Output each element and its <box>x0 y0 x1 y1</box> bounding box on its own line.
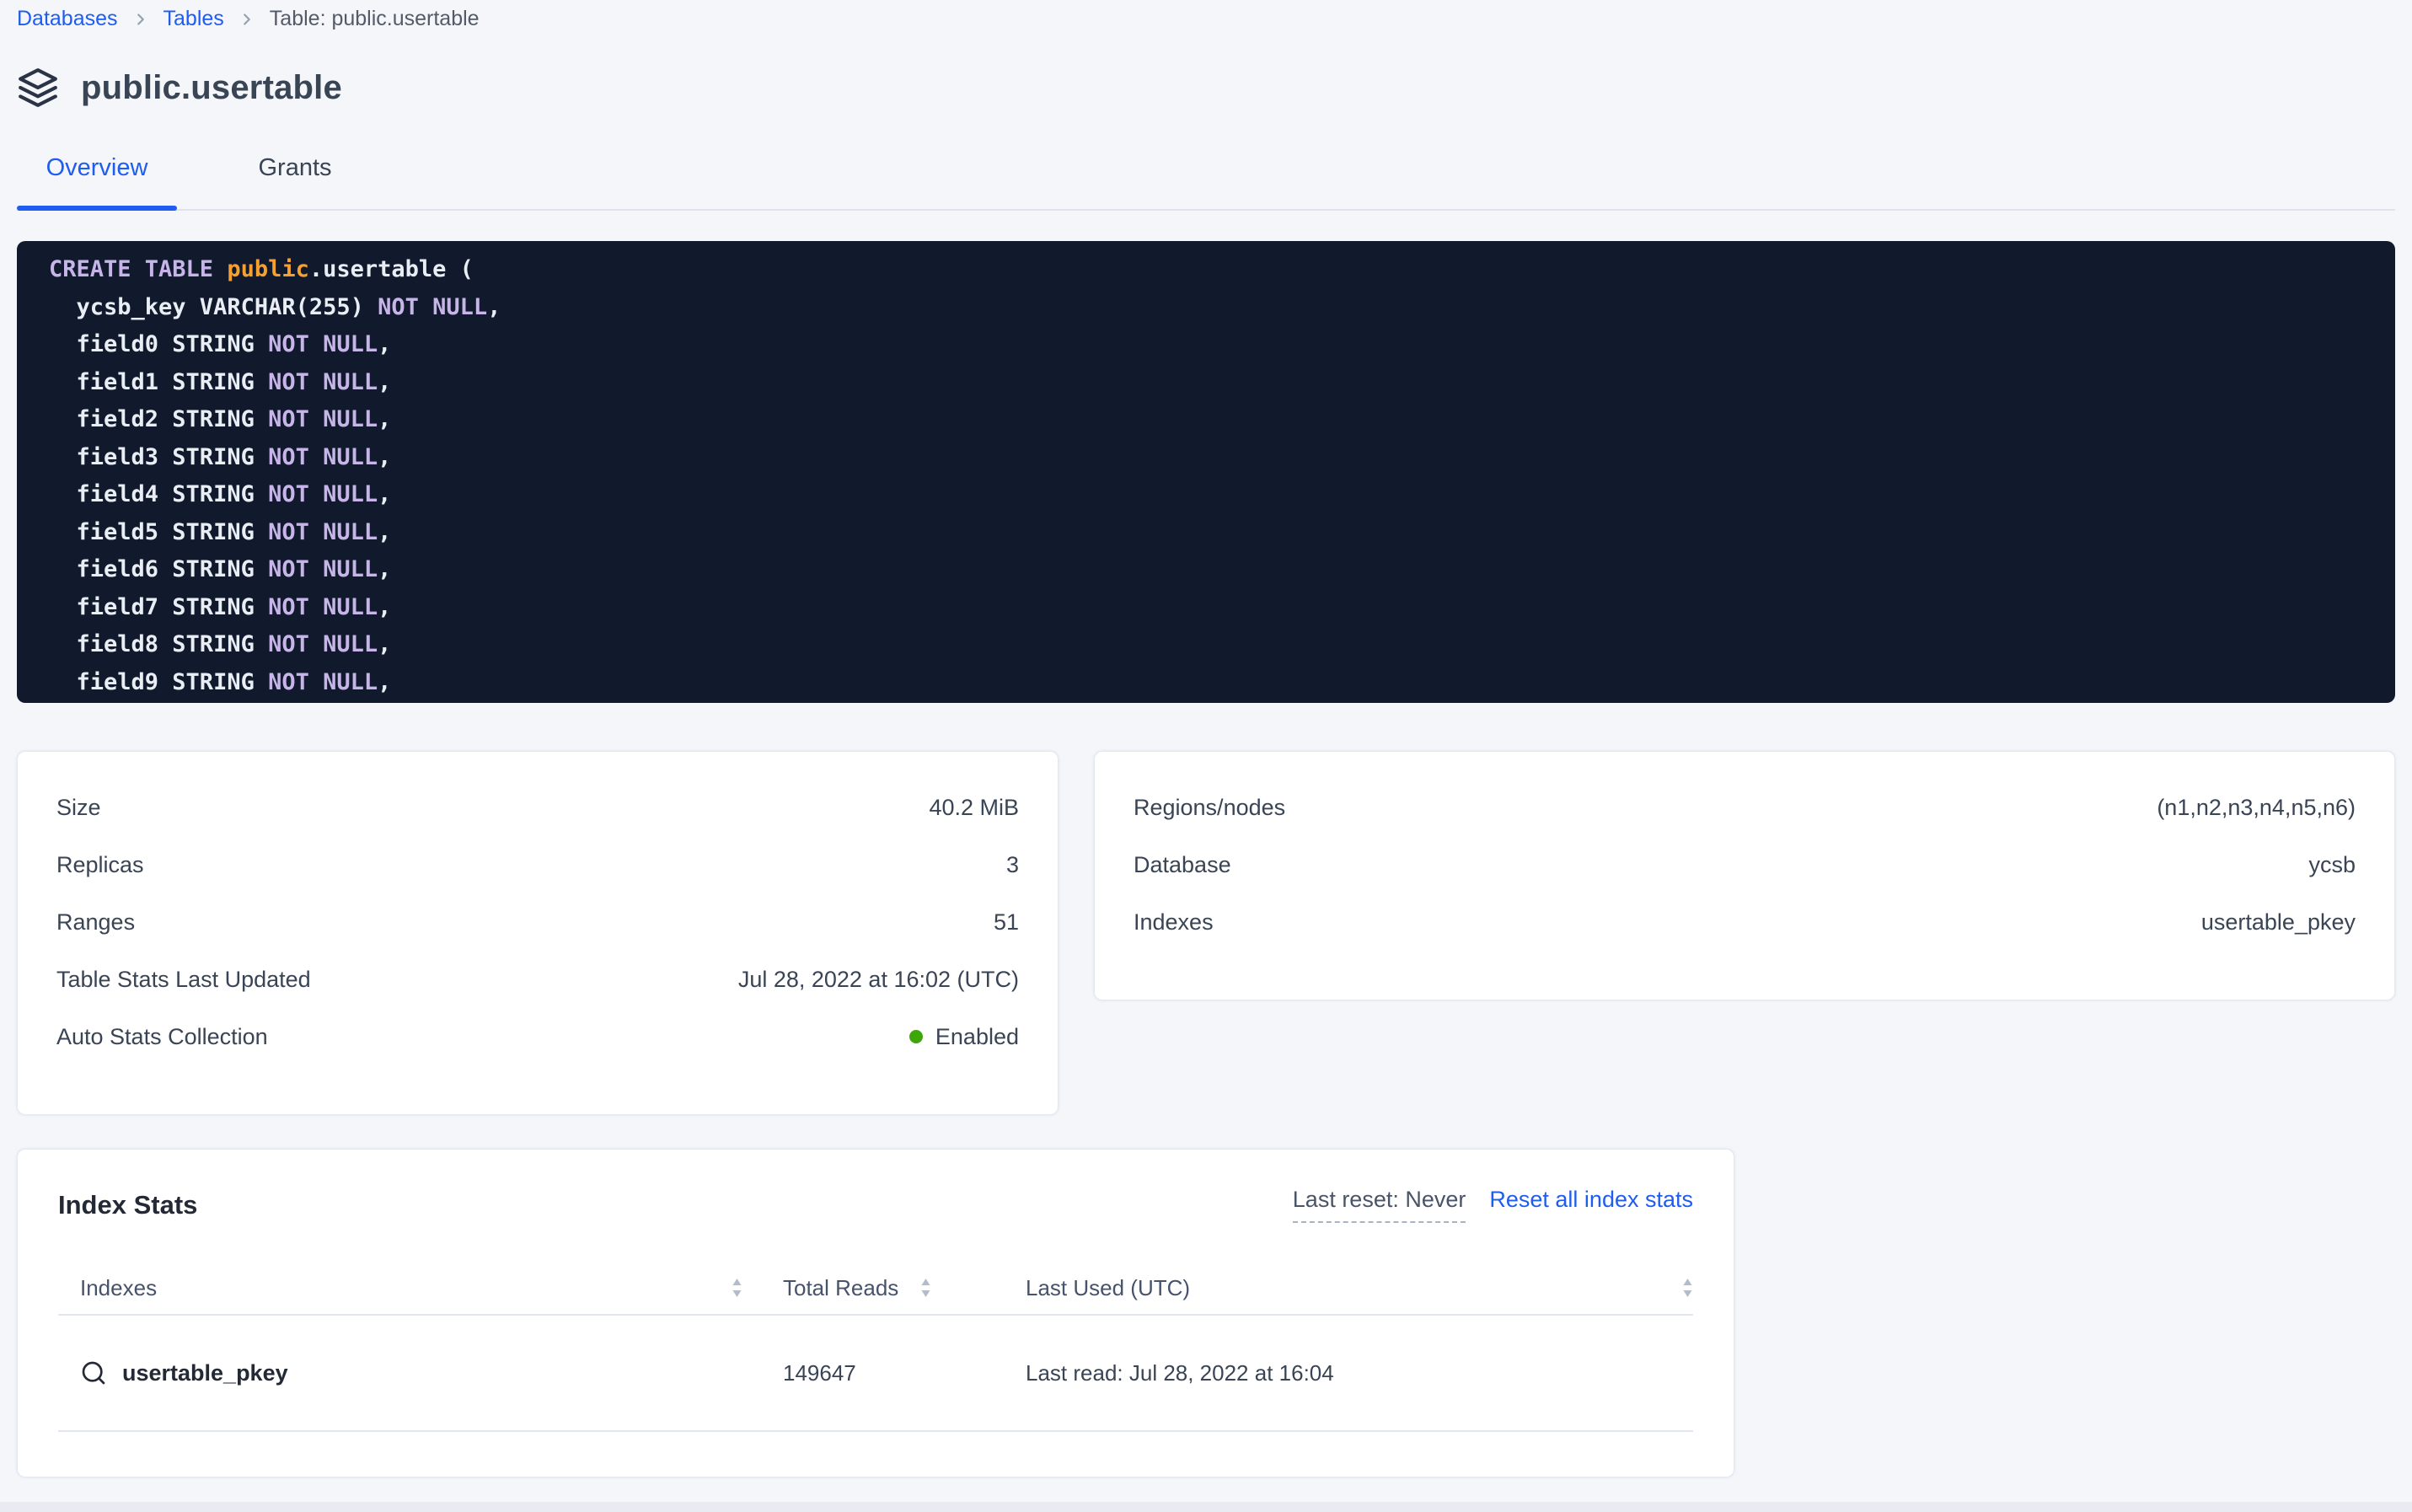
total-reads-cell: 149647 <box>742 1360 987 1386</box>
page-title-row: public.usertable <box>17 67 2395 109</box>
index-name-cell: usertable_pkey <box>58 1359 742 1386</box>
total-reads-value: 149647 <box>783 1360 856 1386</box>
summary-label: Indexes <box>1134 909 1214 936</box>
summary-row-regions-nodes: Regions/nodes (n1,n2,n3,n4,n5,n6) <box>1134 779 2356 836</box>
summary-label: Size <box>56 795 101 821</box>
summary-row-indexes: Indexes usertable_pkey <box>1134 893 2356 951</box>
tab-grants[interactable]: Grants <box>215 141 375 209</box>
summary-value: Jul 28, 2022 at 16:02 (UTC) <box>738 967 1019 993</box>
index-name-link[interactable]: usertable_pkey <box>80 1359 288 1386</box>
summary-value: Enabled <box>909 1024 1019 1050</box>
status-dot-green <box>909 1030 923 1043</box>
summary-label: Regions/nodes <box>1134 795 1285 821</box>
column-header-label: Total Reads <box>783 1275 898 1301</box>
summary-row-replicas: Replicas 3 <box>56 836 1019 893</box>
summary-row-ranges: Ranges 51 <box>56 893 1019 951</box>
index-table-row: usertable_pkey 149647 Last read: Jul 28,… <box>58 1316 1693 1432</box>
summary-value: usertable_pkey <box>2201 909 2356 936</box>
last-used-cell: Last read: Jul 28, 2022 at 16:04 <box>987 1360 1693 1386</box>
sort-icon[interactable] <box>920 1277 931 1299</box>
sql-line: field9 STRING NOT NULL, <box>49 664 2395 702</box>
status-text: Enabled <box>935 1024 1019 1050</box>
breadcrumb-current: Table: public.usertable <box>270 7 480 31</box>
breadcrumb-link-databases[interactable]: Databases <box>17 7 118 31</box>
summary-row-database: Database ycsb <box>1134 836 2356 893</box>
breadcrumb: Databases Tables Table: public.usertable <box>17 7 2395 31</box>
sort-icon[interactable] <box>1682 1277 1693 1299</box>
column-header-total-reads[interactable]: Total Reads <box>742 1275 987 1301</box>
summary-label: Table Stats Last Updated <box>56 967 311 993</box>
summary-value: 51 <box>994 909 1019 936</box>
index-name: usertable_pkey <box>122 1360 288 1386</box>
summary-label: Database <box>1134 852 1231 878</box>
table-details-card: Size 40.2 MiB Replicas 3 Ranges 51 Table… <box>17 751 1059 1115</box>
summary-row-stats-updated: Table Stats Last Updated Jul 28, 2022 at… <box>56 951 1019 1008</box>
summary-row-auto-stats: Auto Stats Collection Enabled <box>56 1008 1019 1065</box>
summary-label: Replicas <box>56 852 144 878</box>
sort-icon[interactable] <box>732 1277 742 1299</box>
tab-overview[interactable]: Overview <box>17 141 177 209</box>
chevron-right-icon <box>131 10 150 29</box>
last-reset-label: Last reset: Never <box>1293 1187 1466 1223</box>
create-statement-code: CREATE TABLE public.usertable ( ycsb_key… <box>17 241 2395 703</box>
index-stats-title: Index Stats <box>58 1187 197 1220</box>
last-used-value: Last read: Jul 28, 2022 at 16:04 <box>1026 1360 1334 1386</box>
breadcrumb-link-tables[interactable]: Tables <box>163 7 224 31</box>
reset-all-index-stats-link[interactable]: Reset all index stats <box>1489 1187 1693 1213</box>
index-table-header: Indexes Total Reads Last Used (UTC) <box>58 1262 1693 1316</box>
summary-cards-row: Size 40.2 MiB Replicas 3 Ranges 51 Table… <box>17 751 2395 1115</box>
summary-value: (n1,n2,n3,n4,n5,n6) <box>2157 795 2356 821</box>
sql-line: field5 STRING NOT NULL, <box>49 514 2395 552</box>
layers-icon <box>17 67 59 109</box>
sql-line: field1 STRING NOT NULL, <box>49 364 2395 402</box>
sql-line: field6 STRING NOT NULL, <box>49 551 2395 589</box>
page-title: public.usertable <box>81 69 342 107</box>
summary-label: Ranges <box>56 909 135 936</box>
tab-bar: Overview Grants <box>17 141 2395 211</box>
sql-line: CREATE TABLE public.usertable ( <box>49 251 2395 289</box>
column-header-label: Indexes <box>80 1275 157 1301</box>
index-stats-card: Index Stats Last reset: Never Reset all … <box>17 1149 1734 1477</box>
sql-line: ycsb_key VARCHAR(255) NOT NULL, <box>49 289 2395 327</box>
column-header-last-used[interactable]: Last Used (UTC) <box>987 1275 1693 1301</box>
summary-value: 40.2 MiB <box>929 795 1019 821</box>
index-stats-controls: Last reset: Never Reset all index stats <box>1293 1187 1693 1223</box>
search-icon <box>80 1359 107 1386</box>
summary-value: 3 <box>1006 852 1019 878</box>
column-header-indexes[interactable]: Indexes <box>58 1275 742 1301</box>
sql-line: field7 STRING NOT NULL, <box>49 589 2395 627</box>
sql-line: field2 STRING NOT NULL, <box>49 401 2395 439</box>
index-stats-header: Index Stats Last reset: Never Reset all … <box>58 1187 1693 1223</box>
sql-line: field0 STRING NOT NULL, <box>49 326 2395 364</box>
summary-value: ycsb <box>2308 852 2356 878</box>
chevron-right-icon <box>238 10 256 29</box>
summary-row-size: Size 40.2 MiB <box>56 779 1019 836</box>
horizontal-scrollbar[interactable] <box>0 1502 2412 1512</box>
sql-line: field4 STRING NOT NULL, <box>49 476 2395 514</box>
column-header-label: Last Used (UTC) <box>1026 1275 1190 1301</box>
summary-label: Auto Stats Collection <box>56 1024 268 1050</box>
table-meta-card: Regions/nodes (n1,n2,n3,n4,n5,n6) Databa… <box>1094 751 2395 1000</box>
sql-line: field3 STRING NOT NULL, <box>49 439 2395 477</box>
sql-line: field8 STRING NOT NULL, <box>49 626 2395 664</box>
